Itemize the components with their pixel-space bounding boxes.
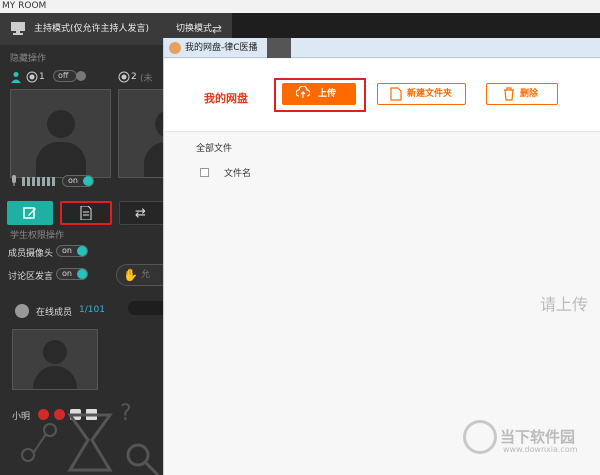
- upload-button-label: 上传: [318, 89, 337, 99]
- cloud-drive-dialog: 我的网盘-律C医播 我的网盘 上传 新建文件夹 删除 全部文件 文件名 请上传: [163, 38, 600, 475]
- member-search-pill[interactable]: [128, 301, 168, 315]
- avatar-body: [33, 366, 77, 389]
- meter-bar: [47, 177, 50, 186]
- dialog-title: 我的网盘-律C医播: [185, 43, 258, 53]
- watermark-logo-icon: [463, 420, 497, 454]
- discussion-speak-label: 讨论区发言: [8, 272, 54, 282]
- switch-icon[interactable]: ⇄: [212, 23, 224, 35]
- toggle-knob: [76, 71, 86, 81]
- section-label-hidden-ops: 隐藏操作: [10, 54, 47, 64]
- mic-icon: [12, 175, 16, 186]
- all-files-label: 全部文件: [196, 144, 233, 154]
- section-label-student-permissions: 学生权限操作: [10, 231, 65, 241]
- empty-hint: 请上传: [540, 295, 589, 314]
- app-logo-icon: [169, 42, 181, 54]
- online-members-count: 1/101: [79, 305, 105, 315]
- edit-icon: [23, 207, 36, 219]
- allow-button-label: 允: [141, 270, 151, 280]
- avatar-body: [36, 142, 86, 177]
- meter-bar: [22, 177, 25, 186]
- member-camera-label: 成员摄像头: [8, 249, 54, 259]
- upload-button[interactable]: 上传: [282, 83, 356, 105]
- document-icon: [80, 206, 92, 220]
- user-icon: [11, 72, 21, 83]
- radio-icon[interactable]: [118, 71, 130, 83]
- slot1-off-toggle[interactable]: off: [53, 70, 77, 82]
- meter-bar: [27, 177, 30, 186]
- member-video: [12, 329, 98, 390]
- meter-bar: [52, 177, 55, 186]
- new-folder-button[interactable]: 新建文件夹: [377, 83, 466, 105]
- avatar-head: [43, 340, 67, 364]
- slot2-number: 2: [131, 72, 137, 82]
- slot2-status: (未: [140, 74, 153, 84]
- swap-icon: ⇄: [135, 206, 146, 221]
- dialog-titlebar[interactable]: 我的网盘-律C医播: [164, 38, 600, 58]
- app-titlebar: MY ROOM: [0, 0, 600, 13]
- toggle-knob: [83, 176, 93, 186]
- trash-icon: [504, 87, 514, 101]
- meter-bar: [32, 177, 35, 186]
- app-title: MY ROOM: [2, 1, 47, 11]
- svg-text:?: ?: [120, 401, 132, 426]
- members-icon: [15, 304, 29, 318]
- watermark-url: www.downxia.com: [503, 445, 578, 454]
- avatar-head: [47, 110, 75, 138]
- hand-icon: ✋: [123, 268, 138, 282]
- new-folder-button-label: 新建文件夹: [407, 89, 453, 99]
- dialog-heading: 我的网盘: [204, 92, 248, 105]
- meter-bar: [42, 177, 45, 186]
- radio-icon[interactable]: [26, 71, 38, 83]
- mode-label: 主持模式(仅允许主持人发言): [34, 24, 150, 34]
- slot1-number: 1: [39, 72, 45, 82]
- app-window: MY ROOM 主持模式(仅允许主持人发言) 切换模式 ⇄ 隐藏操作 1 off: [0, 0, 600, 475]
- toggle-knob: [77, 246, 87, 256]
- toggle-knob: [77, 269, 87, 279]
- online-members-label: 在线成员: [36, 308, 73, 318]
- upload-cloud-icon: [296, 86, 310, 98]
- titlebar-stub: [267, 38, 291, 58]
- presenter-mode-icon: [11, 22, 25, 35]
- new-folder-icon: [390, 87, 402, 101]
- edit-button[interactable]: [7, 201, 53, 225]
- delete-button-label: 删除: [520, 89, 539, 99]
- delete-button[interactable]: 删除: [486, 83, 558, 105]
- meter-bar: [37, 177, 40, 186]
- hourglass-decoration: ?: [21, 401, 160, 475]
- select-all-checkbox[interactable]: [200, 168, 209, 177]
- document-button[interactable]: [60, 201, 112, 225]
- watermark-text: 当下软件园: [500, 428, 576, 446]
- filename-column-header[interactable]: 文件名: [224, 166, 251, 179]
- swap-button[interactable]: ⇄: [119, 201, 165, 225]
- presenter-video-1: [10, 89, 111, 178]
